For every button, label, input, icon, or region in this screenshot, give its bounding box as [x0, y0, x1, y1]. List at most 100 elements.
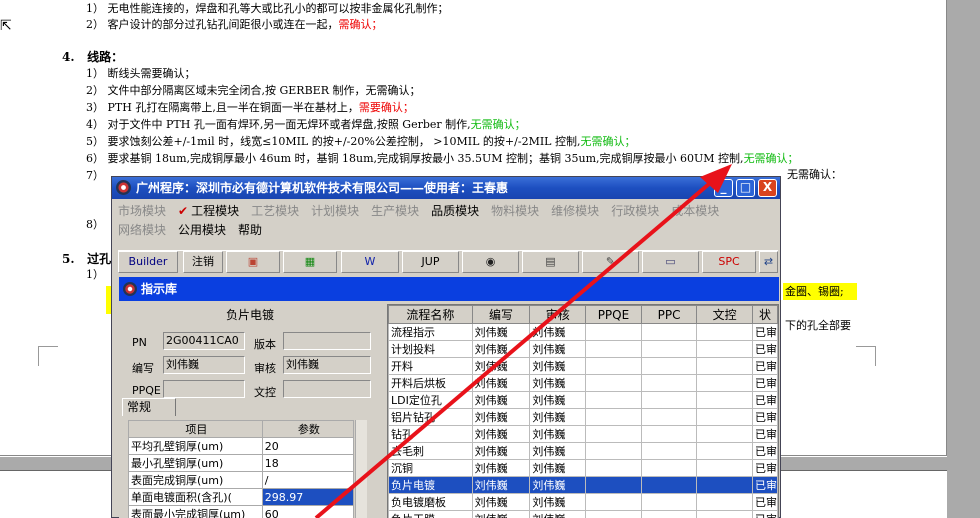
toolbar-monitor-icon[interactable]: ▭ [642, 251, 699, 273]
toolbar-logout-text[interactable]: 注销 [183, 251, 223, 273]
params-row[interactable]: 表面最小完成铜厚(μm) 60 [128, 505, 355, 518]
param-item: 平均孔壁铜厚(um) [128, 437, 263, 455]
flow-name-cell: 铝片钻孔 [388, 408, 473, 426]
menu-item[interactable]: 品质模块 [431, 202, 479, 219]
params-column-header[interactable]: 项目 [128, 420, 263, 438]
menu-item[interactable]: 市场模块 [118, 202, 166, 219]
flow-name-cell: 计划投料 [388, 340, 473, 358]
tab-normal[interactable]: 常规 [122, 398, 176, 416]
params-row[interactable]: 单面电镀面积(含孔)(298.97 [128, 488, 355, 506]
toolbar-spc-text[interactable]: SPC [702, 251, 756, 273]
table-row[interactable]: 负片电镀 刘伟巍 刘伟巍 已审 [388, 476, 779, 494]
param-value[interactable]: 18 [261, 454, 355, 472]
flow-column-header[interactable]: 编写 [471, 305, 531, 324]
review-field[interactable]: 刘伟巍 [283, 356, 371, 374]
app-window[interactable]: 广州程序：深圳市必有德计算机软件技术有限公司——使用者：王春惠 _ □ X 市场… [111, 176, 781, 518]
doc-control-field[interactable] [283, 380, 371, 398]
close-button[interactable]: X [758, 179, 777, 197]
params-row[interactable]: 最小孔壁铜厚(um) 18 [128, 454, 355, 472]
menu-item[interactable]: 网络模块 [118, 221, 166, 238]
module-menu-row1: 市场模块 ✔ 工程模块 工艺模块 计划模块 生产模块 品质模块 物料模块 维修模块 行政模块 成本模… [118, 202, 731, 220]
table-row[interactable]: 钻孔 刘伟巍 刘伟巍 已审 [388, 425, 779, 443]
table-row[interactable]: 计划投料 刘伟巍 刘伟巍 已审 [388, 340, 779, 358]
toolbar-database-icon[interactable]: ▤ [522, 251, 579, 273]
toolbar-excel-icon[interactable]: ▦ [283, 251, 337, 273]
pn-field[interactable]: 2G00411CA0 [163, 332, 245, 350]
params-scrollbar[interactable] [355, 420, 367, 518]
table-row[interactable]: 负电镀磨板 刘伟巍 刘伟巍 已审 [388, 493, 779, 511]
table-row[interactable]: 铝片钻孔 刘伟巍 刘伟巍 已审 [388, 408, 779, 426]
inner-titlebar[interactable]: 指示库 [119, 277, 779, 301]
flow-doc-cell [696, 493, 753, 511]
flow-status-cell: 已审 [751, 357, 779, 375]
flow-list-pane: 流程名称 编写 审核 PPQE PPC 文控状流程指示 刘伟巍 刘伟巍 已审 计划投料 刘伟巍 刘伟巍… [387, 304, 779, 518]
toolbar-tools-icon[interactable]: ✎ [582, 251, 639, 273]
menu-item[interactable]: 生产模块 [371, 202, 419, 219]
param-value[interactable]: 20 [261, 437, 355, 455]
menu-item[interactable]: 成本模块 [671, 202, 719, 219]
app-titlebar[interactable]: 广州程序：深圳市必有德计算机软件技术有限公司——使用者：王春惠 _ □ X [112, 177, 780, 199]
menu-item[interactable]: 计划模块 [311, 202, 359, 219]
flow-column-header[interactable]: 状 [751, 305, 779, 324]
menu-item[interactable]: 工艺模块 [251, 202, 299, 219]
version-field[interactable] [283, 332, 371, 350]
maximize-button[interactable]: □ [736, 179, 755, 197]
table-row[interactable]: LDI定位孔 刘伟巍 刘伟巍 已审 [388, 391, 779, 409]
menu-item[interactable]: 维修模块 [551, 202, 599, 219]
menu-item[interactable]: 公用模块 [178, 221, 226, 238]
menu-item[interactable]: 帮助 [238, 221, 262, 238]
section-4-heading: 4. 线路： [62, 50, 124, 64]
toolbar-image-icon[interactable]: ▣ [226, 251, 280, 273]
crop-mark [856, 346, 876, 366]
menu-item[interactable]: ✔ 工程模块 [178, 202, 239, 219]
ppqe-field[interactable] [163, 380, 245, 398]
flow-ppqe-cell [585, 408, 642, 426]
flow-column-header[interactable]: 流程名称 [388, 305, 473, 324]
toolbar-sync-icon[interactable]: ⇄ [759, 251, 778, 273]
flow-status-cell: 已审 [751, 442, 779, 460]
panel-title: 负片电镀 [225, 308, 274, 322]
minimize-button[interactable]: _ [714, 179, 733, 197]
table-row[interactable]: 沉铜 刘伟巍 刘伟巍 已审 [388, 459, 779, 477]
flow-name-cell: 流程指示 [388, 323, 473, 341]
menu-item-label: 计划模块 [311, 204, 360, 218]
flow-author-cell: 刘伟巍 [471, 493, 531, 511]
doc-line-text: 无电性能连接的，焊盘和孔等大或比孔小的都可以按非金属化孔制作； [107, 2, 449, 15]
params-row[interactable]: 平均孔壁铜厚(um) 20 [128, 437, 355, 455]
toolbar-eye-icon[interactable]: ◉ [462, 251, 519, 273]
flow-doc-cell [696, 442, 753, 460]
toolbar-word-icon[interactable]: W [341, 251, 399, 273]
param-value[interactable]: 60 [261, 505, 355, 518]
author-field[interactable]: 刘伟巍 [163, 356, 245, 374]
menu-item[interactable]: 物料模块 [491, 202, 539, 219]
flow-column-header[interactable]: 审核 [529, 305, 587, 324]
table-row[interactable]: 负片干膜刘伟巍刘伟巍已审 [388, 510, 779, 518]
flow-doc-cell [696, 391, 753, 409]
doc-line: 6） 要求基铜 18um,完成铜厚最小 46um 时，基铜 18um,完成铜厚按… [86, 152, 799, 166]
flow-name-cell: 去毛刺 [388, 442, 473, 460]
flow-ppqe-cell [585, 442, 642, 460]
table-row[interactable]: 去毛刺 刘伟巍 刘伟巍 已审 [388, 442, 779, 460]
table-row[interactable]: 开料 刘伟巍 刘伟巍 已审 [388, 357, 779, 375]
detail-pane: 负片电镀 PN 2G00411CA0 版本 编写 刘伟巍 审核 刘伟巍 PPQE… [119, 304, 381, 518]
flow-column-header[interactable]: 文控 [696, 305, 753, 324]
doc-line: 2） 文件中部分隔离区域未完全闭合,按 GERBER 制作，无需确认； [86, 84, 420, 98]
params-row[interactable]: 表面完成铜厚(um) / [128, 471, 355, 489]
instruction-library-window[interactable]: 指示库 负片电镀 PN 2G00411CA0 版本 编写 刘伟巍 审核 刘伟巍 … [119, 277, 779, 518]
flow-column-header[interactable]: PPC [640, 305, 698, 324]
flow-ppc-cell [640, 408, 698, 426]
flow-column-header[interactable]: PPQE [585, 305, 642, 324]
menu-item-label: 品质模块 [431, 204, 480, 218]
flow-doc-cell [696, 340, 753, 358]
table-row[interactable]: 开料后烘板 刘伟巍 刘伟巍 已审 [388, 374, 779, 392]
param-value[interactable]: 298.97 [261, 488, 355, 506]
doc-line-green-text: 无需确认； [580, 135, 636, 148]
doc-line-number: 2） [86, 18, 108, 31]
table-row[interactable]: 流程指示 刘伟巍 刘伟巍 已审 [388, 323, 779, 341]
toolbar-jup-text[interactable]: JUP [402, 251, 459, 273]
doc-line-number: 3） [86, 101, 108, 114]
menu-item[interactable]: 行政模块 [611, 202, 659, 219]
params-column-header[interactable]: 参数 [261, 420, 355, 438]
param-value[interactable]: / [261, 471, 355, 489]
toolbar-builder-text[interactable]: Builder [118, 251, 178, 273]
